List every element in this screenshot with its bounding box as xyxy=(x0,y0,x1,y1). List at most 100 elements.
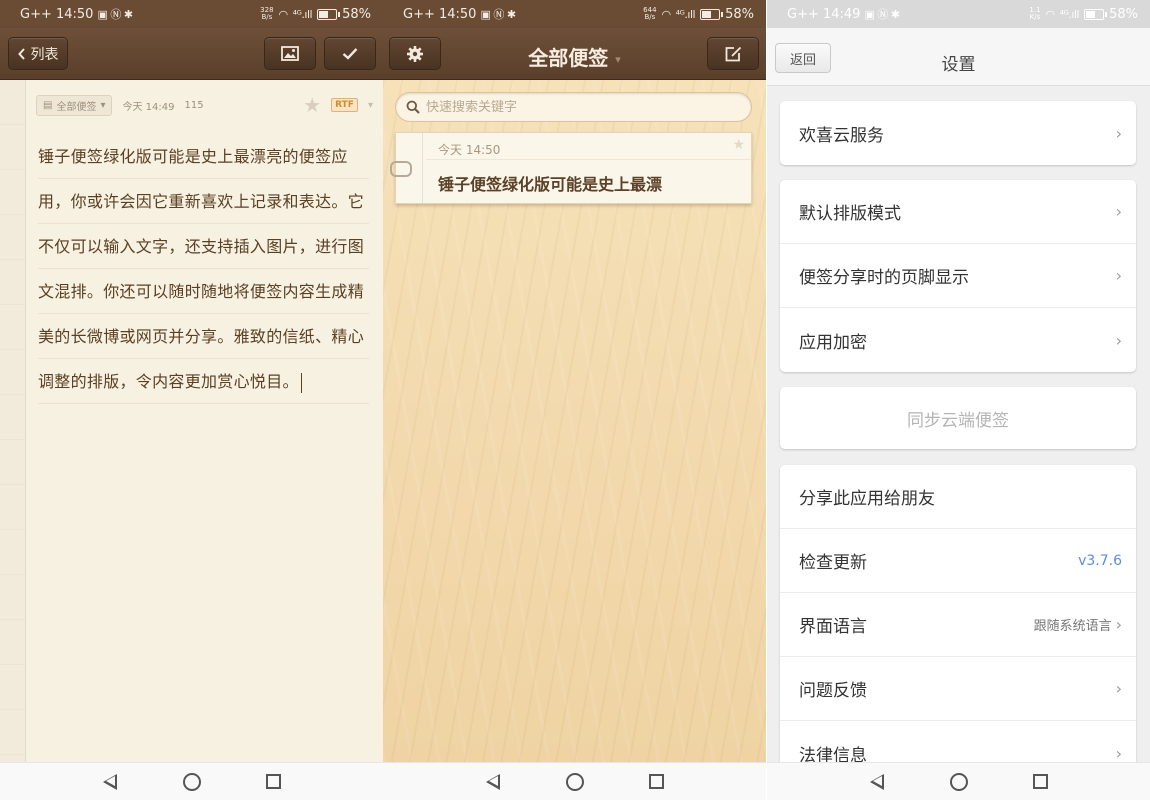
nav-back-button[interactable] xyxy=(100,772,120,792)
signal-icon: ⁴ᴳ.ıll xyxy=(675,7,696,21)
settings-item-label: 问题反馈 xyxy=(799,681,867,701)
chevron-right-icon: › xyxy=(1115,743,1122,763)
editor-toolbar: 列表 xyxy=(0,28,383,80)
version-label: v3.7.6 xyxy=(1078,552,1122,569)
settings-item-label: 默认排版模式 xyxy=(799,204,901,224)
status-bar: G++ 14:50 ▣ Ⓝ ✱ 328 B/s ◠ ⁴ᴳ.ıll 58% xyxy=(0,0,383,28)
wifi-icon: ◠ xyxy=(278,7,289,21)
settings-item-language[interactable]: 界面语言 跟随系统语言 › xyxy=(780,593,1136,657)
star-icon[interactable]: ★ xyxy=(732,137,745,153)
home-circle-icon xyxy=(565,772,584,791)
paperclip-icon xyxy=(390,161,412,177)
settings-item-default-layout[interactable]: 默认排版模式 › xyxy=(780,180,1136,244)
confirm-button[interactable] xyxy=(324,37,376,70)
char-count: 115 xyxy=(184,99,204,111)
rtf-badge[interactable]: RTF xyxy=(331,98,358,112)
back-triangle-icon xyxy=(869,773,884,790)
note-list-screen: G++ 14:50 ▣ Ⓝ ✱ 644 B/s ◠ ⁴ᴳ.ıll 58% 全部便签… xyxy=(383,0,766,800)
folder-label: 全部便签 xyxy=(56,101,97,113)
search-input[interactable] xyxy=(426,99,726,115)
chevron-right-icon: › xyxy=(1115,679,1122,698)
star-icon[interactable]: ★ xyxy=(303,93,321,117)
search-field[interactable] xyxy=(395,92,752,122)
image-icon xyxy=(281,46,299,61)
settings-item-share-footer[interactable]: 便签分享时的页脚显示 › xyxy=(780,244,1136,308)
nav-home-button[interactable] xyxy=(565,772,585,792)
compose-icon xyxy=(725,46,741,61)
battery-icon xyxy=(1084,8,1108,20)
home-circle-icon xyxy=(182,772,201,791)
status-time: G++ 14:49 xyxy=(787,6,861,22)
chevron-down-icon[interactable]: ▾ xyxy=(368,100,373,111)
chevron-right-icon: › xyxy=(1115,266,1122,285)
chevron-left-icon xyxy=(17,47,25,60)
status-time: G++ 14:50 xyxy=(403,6,477,22)
nav-home-button[interactable] xyxy=(949,772,969,792)
settings-item-label: 界面语言 xyxy=(799,617,867,637)
note-editor-screen: G++ 14:50 ▣ Ⓝ ✱ 328 B/s ◠ ⁴ᴳ.ıll 58% 列表 ▤… xyxy=(0,0,383,800)
list-toolbar: 全部便签 ▾ xyxy=(383,28,766,80)
status-time: G++ 14:50 xyxy=(20,6,94,22)
settings-item-cloud-service[interactable]: 欢喜云服务 › xyxy=(780,101,1136,165)
nav-back-button[interactable] xyxy=(867,772,887,792)
nav-recents-button[interactable] xyxy=(647,772,667,792)
back-to-list-label: 列表 xyxy=(30,46,59,63)
settings-group-display: 默认排版模式 › 便签分享时的页脚显示 › 应用加密 › xyxy=(780,180,1136,372)
sync-cloud-notes-button[interactable]: 同步云端便签 xyxy=(780,387,1136,449)
note-date: 今天 14:50 xyxy=(438,143,501,157)
back-to-list-button[interactable]: 列表 xyxy=(8,37,68,70)
note-time: 今天 14:49 xyxy=(122,101,175,113)
note-list-item[interactable]: 今天 14:50 ★ 锤子便签绿化版可能是史上最漂 xyxy=(390,132,752,204)
card-margin-line xyxy=(422,133,423,203)
note-paper: ▤ 全部便签 ▾ 今天 14:49 115 ★ RTF ▾ 锤子便签绿化版可能是… xyxy=(0,80,383,762)
network-speed: 644 B/s xyxy=(643,6,657,21)
new-note-button[interactable] xyxy=(707,37,759,70)
recents-square-icon xyxy=(649,774,664,789)
settings-item-label: 应用加密 xyxy=(799,332,867,353)
back-triangle-icon xyxy=(485,773,500,790)
battery-icon xyxy=(700,8,724,20)
paper-margin xyxy=(0,80,26,762)
card-divider xyxy=(426,159,751,160)
notification-icons: ▣ Ⓝ ✱ xyxy=(97,8,133,21)
status-bar: G++ 14:49 ▣ Ⓝ ✱ 1.1 K/s ◠ ⁴ᴳ.ıll 58% xyxy=(767,0,1150,28)
wifi-icon: ◠ xyxy=(661,7,672,21)
folder-icon: ▤ xyxy=(43,99,53,111)
settings-item-share-app[interactable]: 分享此应用给朋友 xyxy=(780,465,1136,529)
recents-square-icon xyxy=(266,774,281,789)
sync-label: 同步云端便签 xyxy=(907,410,1009,431)
nav-back-button[interactable] xyxy=(483,772,503,792)
status-bar: G++ 14:50 ▣ Ⓝ ✱ 644 B/s ◠ ⁴ᴳ.ıll 58% xyxy=(383,0,766,28)
battery-percent: 58% xyxy=(342,6,371,22)
settings-item-label: 分享此应用给朋友 xyxy=(799,489,935,509)
insert-image-button[interactable] xyxy=(264,37,316,70)
settings-group-about: 分享此应用给朋友 检查更新 v3.7.6 界面语言 跟随系统语言 › 问题反馈 › 法律… xyxy=(780,465,1136,785)
nav-home-button[interactable] xyxy=(182,772,202,792)
note-body-text: 锤子便签绿化版可能是史上最漂亮的便签应用，你或许会因它重新喜欢上记录和表达。它不… xyxy=(38,147,365,391)
note-meta-bar: ▤ 全部便签 ▾ 今天 14:49 115 ★ RTF ▾ xyxy=(36,93,373,117)
notification-icons: ▣ Ⓝ ✱ xyxy=(864,8,900,21)
search-icon xyxy=(406,100,420,114)
settings-item-app-lock[interactable]: 应用加密 › xyxy=(780,308,1136,372)
chevron-right-icon: › xyxy=(1115,615,1122,634)
notification-icons: ▣ Ⓝ ✱ xyxy=(480,8,516,21)
nav-recents-button[interactable] xyxy=(264,772,284,792)
settings-group-cloud: 欢喜云服务 › xyxy=(780,101,1136,165)
battery-percent: 58% xyxy=(725,6,754,22)
settings-header: 返回 设置 xyxy=(767,28,1150,86)
network-speed: 1.1 K/s xyxy=(1029,6,1041,21)
text-cursor xyxy=(300,372,302,393)
nav-recents-button[interactable] xyxy=(1031,772,1051,792)
settings-item-feedback[interactable]: 问题反馈 › xyxy=(780,657,1136,721)
settings-item-label: 便签分享时的页脚显示 xyxy=(799,268,969,288)
note-body[interactable]: 锤子便签绿化版可能是史上最漂亮的便签应用，你或许会因它重新喜欢上记录和表达。它不… xyxy=(38,134,369,404)
note-title: 锤子便签绿化版可能是史上最漂 xyxy=(438,175,663,194)
signal-icon: ⁴ᴳ.ıll xyxy=(1059,7,1080,21)
system-nav-bar xyxy=(767,762,1150,800)
folder-selector[interactable]: ▤ 全部便签 ▾ xyxy=(36,94,113,116)
settings-item-check-update[interactable]: 检查更新 v3.7.6 xyxy=(780,529,1136,593)
battery-icon xyxy=(317,8,341,20)
settings-item-label: 欢喜云服务 xyxy=(799,125,884,146)
battery-percent: 58% xyxy=(1109,6,1138,22)
chevron-down-icon: ▾ xyxy=(100,99,106,111)
